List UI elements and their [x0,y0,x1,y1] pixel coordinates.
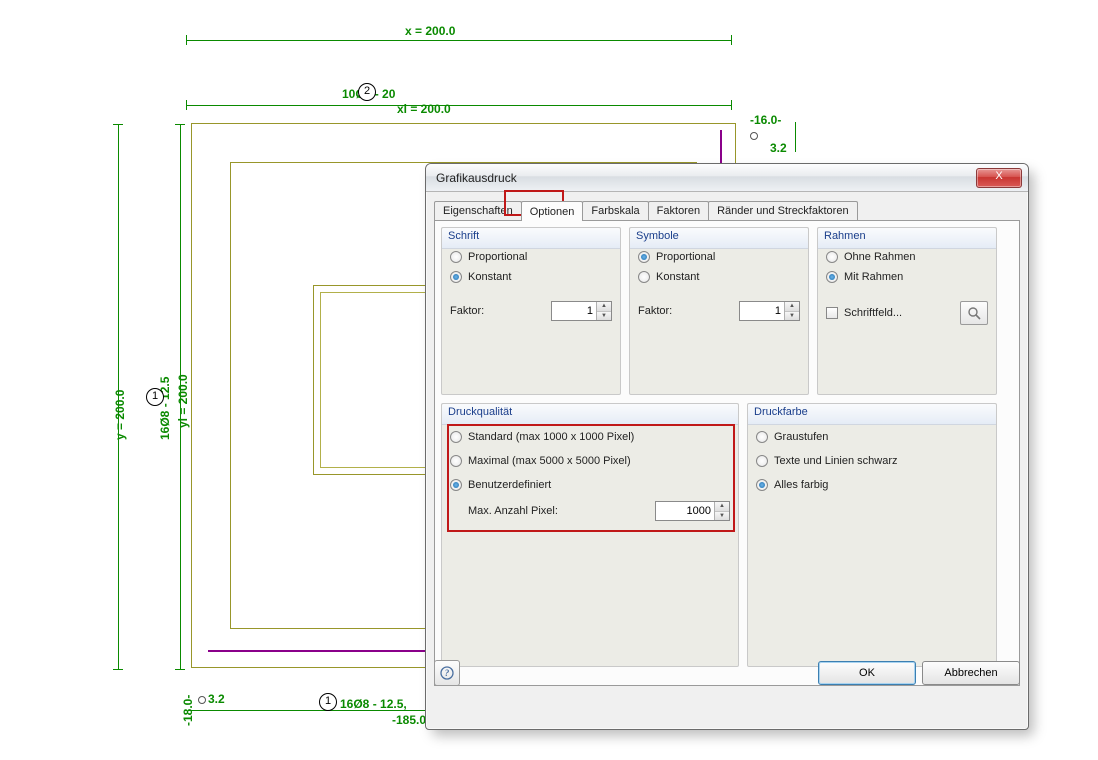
dim-32b: 3.2 [208,692,225,706]
tab-optionen[interactable]: Optionen [521,201,584,221]
group-rahmen-title: Rahmen [818,228,996,249]
rebar-bottom: 16Ø8 - 12.5, [340,697,407,711]
max-pixel-input[interactable] [656,502,714,520]
group-druckfarbe-title: Druckfarbe [748,404,996,425]
magnifier-icon [967,306,981,320]
balloon-2: 2 [358,83,376,101]
tab-raender[interactable]: Ränder und Streckfaktoren [708,201,857,220]
radio-schrift-proportional[interactable]: Proportional [450,247,612,267]
radio-schrift-konstant[interactable]: Konstant [450,267,612,287]
symbole-faktor-label: Faktor: [638,305,672,317]
balloon-1b: 1 [319,693,337,711]
tab-farbskala[interactable]: Farbskala [582,201,648,220]
dim-yl: yl = 200.0 [176,374,190,428]
schrift-faktor-label: Faktor: [450,305,484,317]
spin-up-icon[interactable]: ▲ [597,302,611,311]
schrift-faktor-spinner[interactable]: ▲▼ [551,301,612,321]
tabstrip: Eigenschaften Optionen Farbskala Faktore… [434,198,1020,220]
cancel-button[interactable]: Abbrechen [922,661,1020,685]
radio-druck-benutzer[interactable]: Benutzerdefiniert [450,475,730,495]
tab-faktoren[interactable]: Faktoren [648,201,709,220]
schriftfeld-browse-button[interactable] [960,301,988,325]
help-button[interactable]: ? [434,660,460,686]
group-schrift: Schrift Proportional Konstant Faktor: ▲▼ [441,227,621,395]
close-button[interactable]: X [976,168,1022,188]
radio-mit-rahmen[interactable]: Mit Rahmen [826,267,988,287]
group-symbole: Symbole Proportional Konstant Faktor: ▲▼ [629,227,809,395]
spin-down-icon[interactable]: ▼ [597,311,611,321]
svg-text:?: ? [445,668,450,678]
radio-graustufen[interactable]: Graustufen [756,427,988,447]
ok-button[interactable]: OK [818,661,916,685]
balloon-1: 1 [146,388,164,406]
spin-up-icon[interactable]: ▲ [715,502,729,511]
radio-druck-maximal[interactable]: Maximal (max 5000 x 5000 Pixel) [450,451,730,471]
spin-down-icon[interactable]: ▼ [785,311,799,321]
tab-eigenschaften[interactable]: Eigenschaften [434,201,522,220]
group-schrift-title: Schrift [442,228,620,249]
checkbox-schriftfeld[interactable]: Schriftfeld... [826,303,902,323]
titlebar[interactable]: Grafikausdruck X [426,164,1028,192]
radio-symbole-proportional[interactable]: Proportional [638,247,800,267]
symbole-faktor-spinner[interactable]: ▲▼ [739,301,800,321]
group-rahmen: Rahmen Ohne Rahmen Mit Rahmen Schriftfel… [817,227,997,395]
radio-ohne-rahmen[interactable]: Ohne Rahmen [826,247,988,267]
dim-neg16: -16.0- [750,113,781,127]
dialog-title: Grafikausdruck [436,171,976,185]
dim-32a: 3.2 [770,141,787,155]
print-options-dialog: Grafikausdruck X Eigenschaften Optionen … [425,163,1029,730]
group-druckqualitaet-title: Druckqualität [442,404,738,425]
rebar-side: 16Ø8 - 12.5 [158,377,172,440]
dim-xl: xl = 200.0 [397,102,451,116]
radio-symbole-konstant[interactable]: Konstant [638,267,800,287]
dim-x: x = 200.0 [405,24,455,38]
help-icon: ? [440,666,454,680]
group-druckqualitaet: Druckqualität Standard (max 1000 x 1000 … [441,403,739,667]
spin-down-icon[interactable]: ▼ [715,511,729,521]
max-pixel-label: Max. Anzahl Pixel: [468,505,558,517]
schrift-faktor-input[interactable] [552,302,596,320]
symbole-faktor-input[interactable] [740,302,784,320]
spin-up-icon[interactable]: ▲ [785,302,799,311]
radio-druck-standard[interactable]: Standard (max 1000 x 1000 Pixel) [450,427,730,447]
dim-y: y = 200.0 [113,390,127,440]
group-symbole-title: Symbole [630,228,808,249]
group-druckfarbe: Druckfarbe Graustufen Texte und Linien s… [747,403,997,667]
radio-texte-linien-schwarz[interactable]: Texte und Linien schwarz [756,451,988,471]
radio-alles-farbig[interactable]: Alles farbig [756,475,988,495]
max-pixel-spinner[interactable]: ▲▼ [655,501,730,521]
